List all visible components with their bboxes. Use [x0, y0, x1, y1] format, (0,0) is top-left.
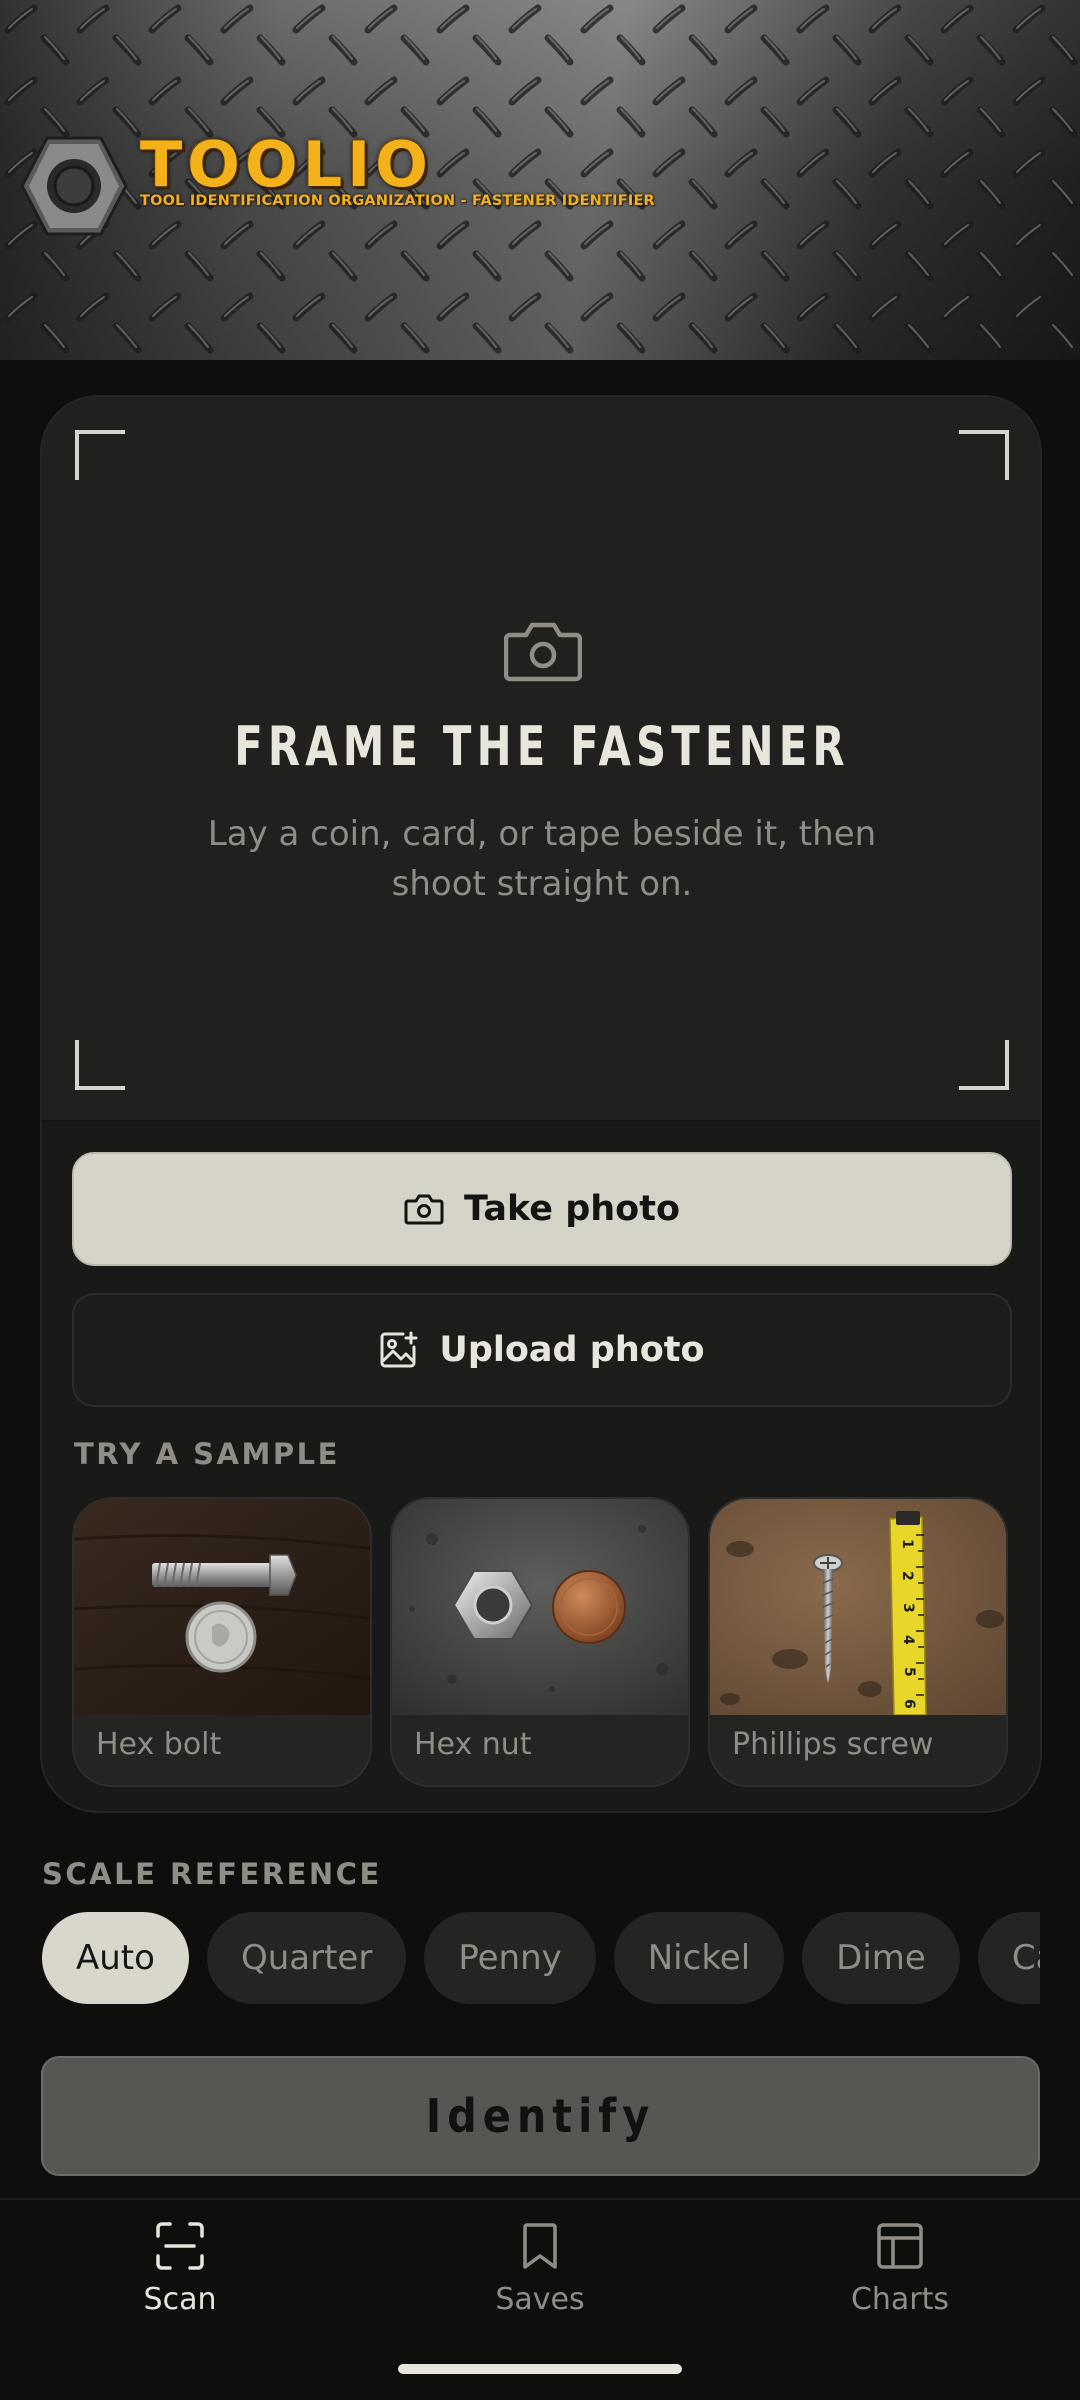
app-title: TOOLIO	[140, 128, 433, 201]
nav-item-saves[interactable]: Saves	[360, 2200, 720, 2340]
nav-item-charts[interactable]: Charts	[720, 2200, 1080, 2340]
svg-text:6: 6	[901, 1699, 917, 1709]
upload-photo-button[interactable]: Upload photo	[72, 1293, 1012, 1407]
phillips-screw-sample-image: 1 2 3 4 5 6	[710, 1499, 1006, 1715]
sample-name: Hex bolt	[96, 1727, 222, 1762]
nav-label-charts: Charts	[850, 2282, 950, 2317]
camera-icon	[404, 1194, 444, 1225]
viewfinder-title: FRAME THE FASTENER	[234, 715, 850, 778]
hex-bolt-sample-image	[74, 1499, 370, 1715]
scale-chip-penny[interactable]: Penny	[424, 1912, 596, 2004]
home-indicator[interactable]	[398, 2364, 682, 2374]
svg-text:5: 5	[901, 1667, 917, 1677]
viewfinder-hint: Lay a coin, card, or tape beside it, the…	[207, 814, 877, 904]
scale-chip-auto[interactable]: Auto	[42, 1912, 189, 2004]
bookmark-icon	[523, 2223, 557, 2269]
scale-chip-dime[interactable]: Dime	[802, 1912, 960, 2004]
capture-card: FRAME THE FASTENER Lay a coin, card, or …	[40, 395, 1042, 1813]
frame-corner-bottom-left	[75, 1040, 125, 1090]
svg-text:2: 2	[899, 1571, 915, 1581]
scale-reference-label: SCALE REFERENCE	[42, 1857, 382, 1891]
bottom-nav: Scan Saves Charts	[0, 2198, 1080, 2338]
sample-name: Phillips screw	[732, 1727, 934, 1762]
frame-corner-top-left	[75, 430, 125, 480]
take-photo-label: Take photo	[463, 1189, 681, 1229]
camera-icon	[504, 622, 582, 682]
hex-nut-icon	[20, 136, 128, 236]
hex-nut-sample-image	[392, 1499, 688, 1715]
sample-card-hex-bolt[interactable]: Hex bolt	[72, 1497, 372, 1787]
nav-item-scan[interactable]: Scan	[0, 2200, 360, 2340]
frame-corner-top-right	[959, 430, 1009, 480]
take-photo-button[interactable]: Take photo	[72, 1152, 1012, 1266]
svg-text:4: 4	[900, 1635, 916, 1645]
sample-card-hex-nut[interactable]: Hex nut	[390, 1497, 690, 1787]
header-banner: TOOLIO TOOL IDENTIFICATION ORGANIZATION …	[0, 0, 1080, 360]
charts-grid-icon	[877, 2223, 923, 2269]
sample-card-phillips-screw[interactable]: 1 2 3 4 5 6 Phillips screw	[708, 1497, 1008, 1787]
scale-chip-nickel[interactable]: Nickel	[613, 1912, 785, 2004]
frame-corner-bottom-right	[959, 1040, 1009, 1090]
scale-reference-chips[interactable]: Auto Quarter Penny Nickel Dime Card	[42, 1912, 1040, 2006]
viewfinder[interactable]: FRAME THE FASTENER Lay a coin, card, or …	[42, 397, 1040, 1122]
scale-chip-card[interactable]: Card	[977, 1912, 1040, 2004]
svg-text:3: 3	[900, 1603, 916, 1613]
scale-chip-quarter[interactable]: Quarter	[206, 1912, 407, 2004]
nav-label-scan: Scan	[143, 2282, 217, 2317]
samples-section-label: TRY A SAMPLE	[74, 1437, 340, 1471]
svg-text:1: 1	[899, 1539, 915, 1549]
app-tagline: TOOL IDENTIFICATION ORGANIZATION - FASTE…	[140, 193, 655, 209]
upload-photo-label: Upload photo	[439, 1330, 705, 1370]
scan-icon	[156, 2222, 204, 2270]
image-add-icon	[380, 1331, 418, 1368]
sample-list: Hex bolt Hex nut 1 2 3 4 5 6 Phillips sc…	[72, 1497, 1008, 1787]
nav-label-saves: Saves	[495, 2282, 585, 2317]
sample-name: Hex nut	[414, 1727, 532, 1762]
identify-button[interactable]: Identify	[41, 2056, 1040, 2176]
